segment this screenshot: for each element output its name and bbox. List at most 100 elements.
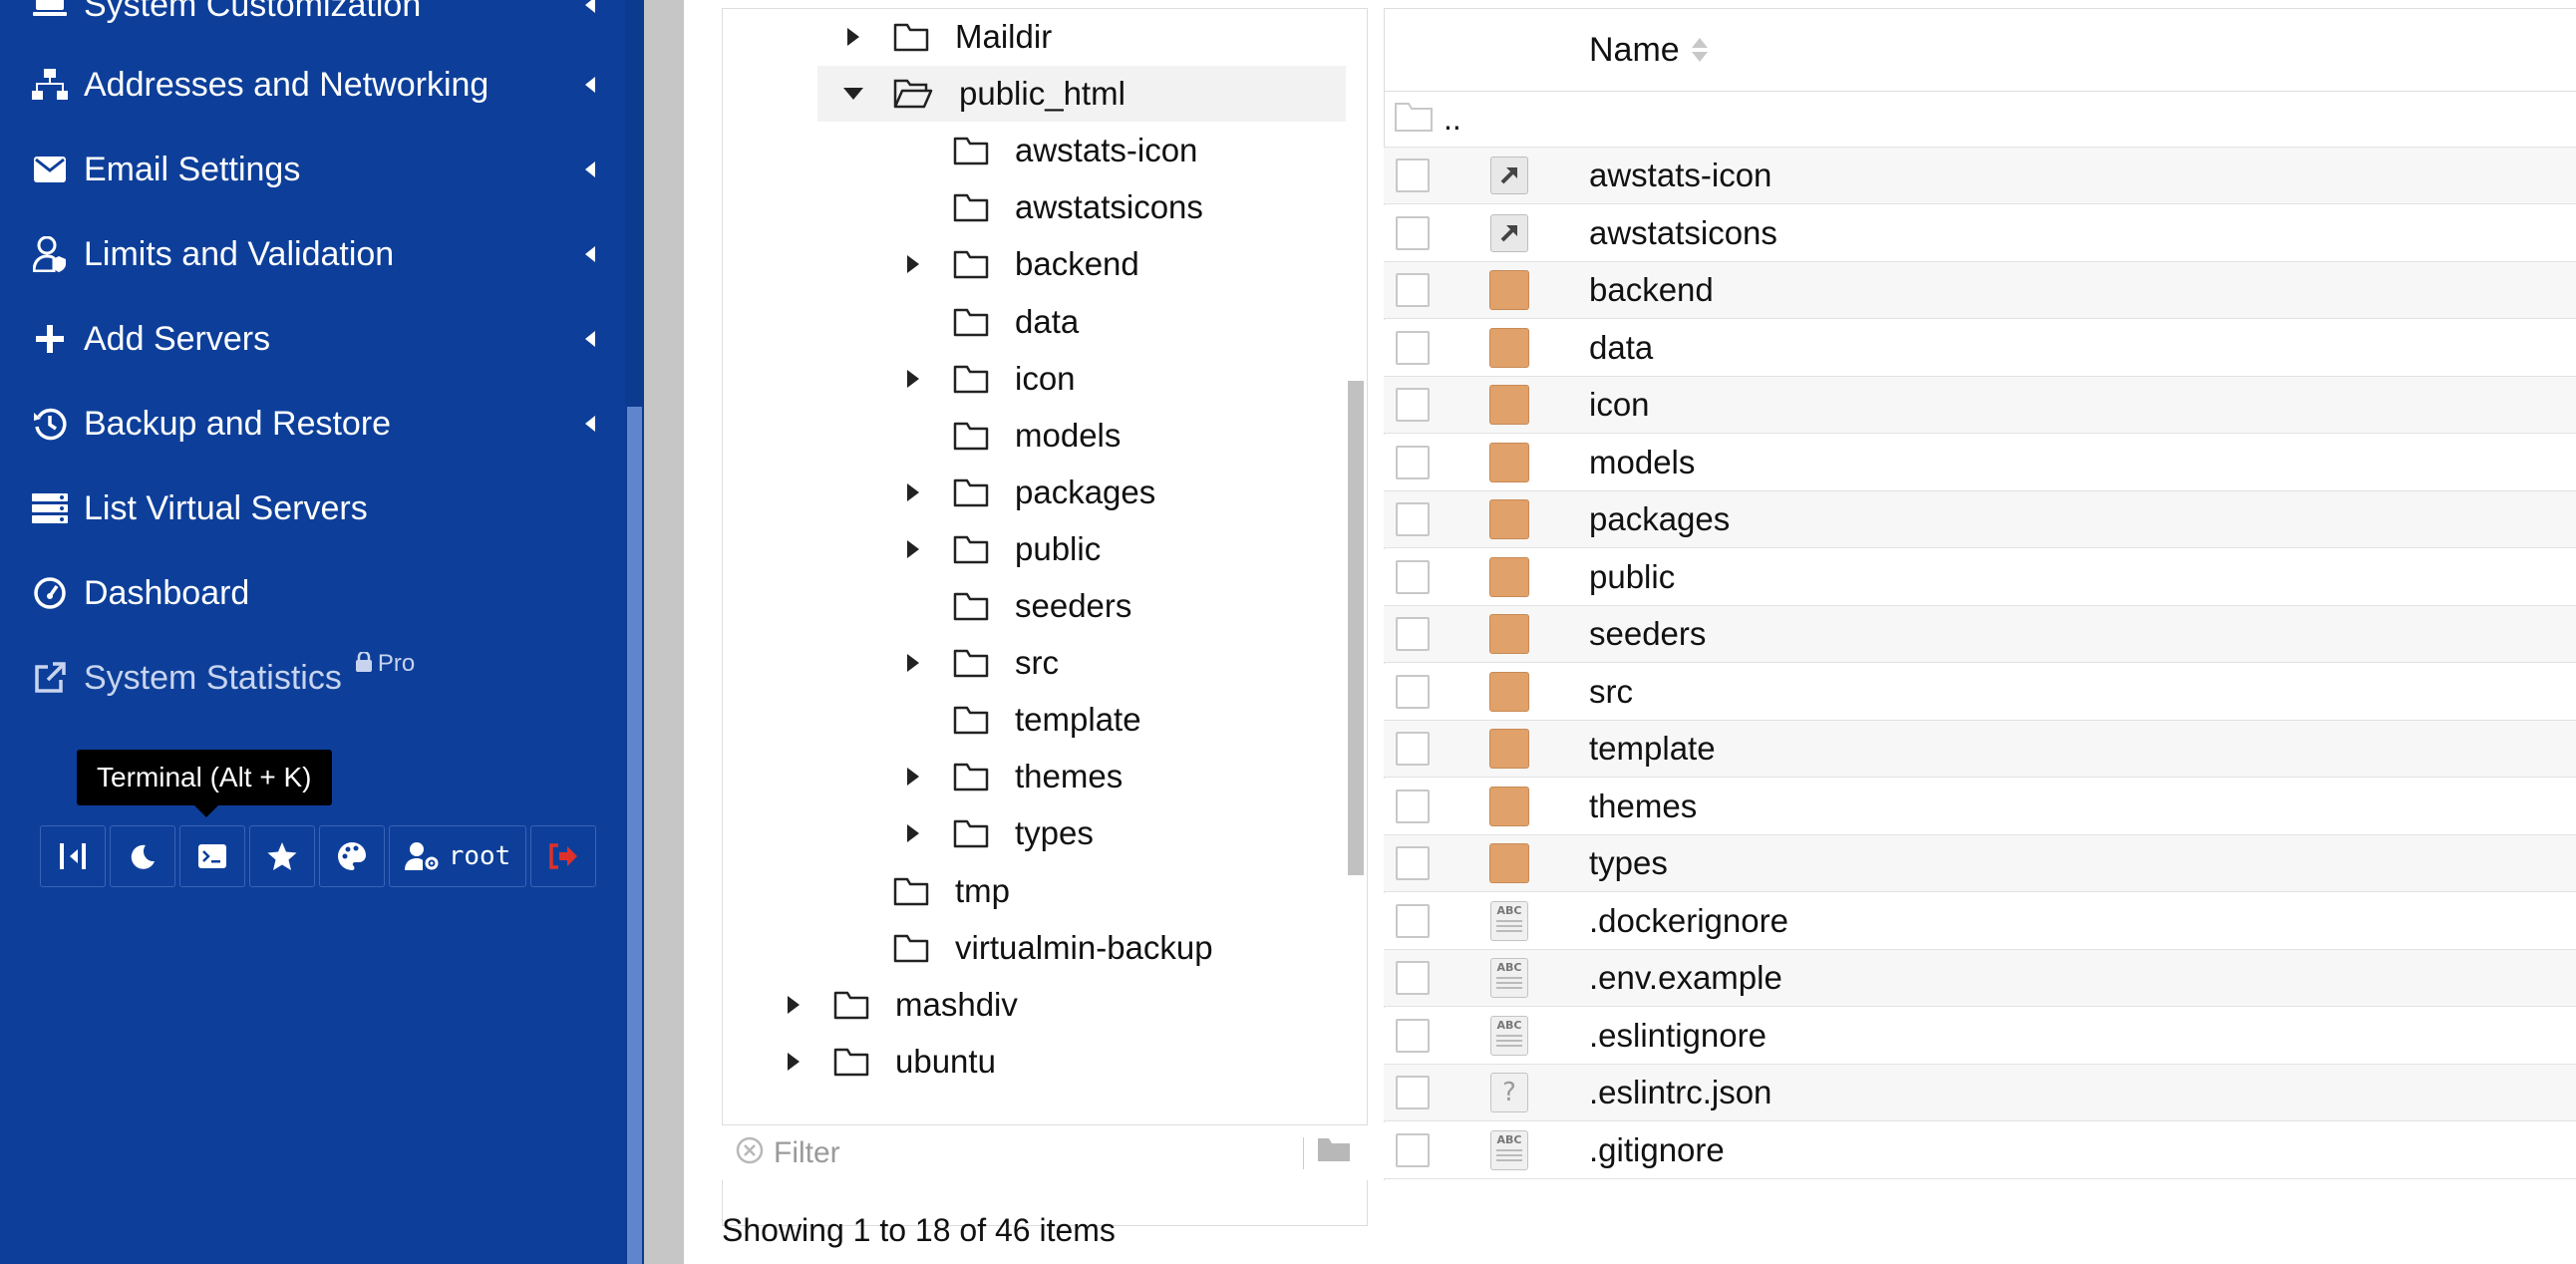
row-checkbox[interactable]	[1396, 559, 1430, 594]
file-row[interactable]: seeders	[1384, 606, 2576, 663]
tree-scrollbar-thumb[interactable]	[1348, 381, 1364, 875]
file-name[interactable]: types	[1589, 844, 1668, 882]
file-row[interactable]: backend	[1384, 262, 2576, 319]
row-checkbox[interactable]	[1396, 502, 1430, 536]
file-name[interactable]: .eslintignore	[1589, 1017, 1767, 1055]
theme-button[interactable]	[319, 825, 385, 887]
sidebar-scrollbar[interactable]	[625, 0, 644, 1264]
tree-node[interactable]: template	[903, 692, 1141, 748]
row-checkbox[interactable]	[1396, 903, 1430, 938]
tree-node[interactable]: mashdiv	[784, 977, 1018, 1033]
file-name[interactable]: .dockerignore	[1589, 902, 1788, 940]
caret-right-icon[interactable]	[903, 254, 923, 274]
row-checkbox[interactable]	[1396, 273, 1430, 307]
file-name[interactable]: data	[1589, 329, 1653, 367]
menu-list-virtual-servers[interactable]: List Virtual Servers	[0, 474, 625, 543]
row-checkbox[interactable]	[1396, 617, 1430, 651]
row-checkbox[interactable]	[1396, 789, 1430, 823]
row-checkbox[interactable]	[1396, 158, 1430, 192]
row-checkbox[interactable]	[1396, 1132, 1430, 1167]
sidebar-scrollbar-thumb[interactable]	[627, 407, 642, 1264]
row-checkbox[interactable]	[1396, 215, 1430, 250]
night-mode-button[interactable]	[110, 825, 175, 887]
tree-node[interactable]: seeders	[903, 578, 1131, 634]
tree-node[interactable]: public_html	[817, 66, 1346, 123]
row-checkbox[interactable]	[1396, 1076, 1430, 1109]
file-name[interactable]: models	[1589, 444, 1695, 481]
menu-addresses-networking[interactable]: Addresses and Networking	[0, 50, 625, 120]
row-checkbox[interactable]	[1396, 846, 1430, 880]
file-row[interactable]: template	[1384, 721, 2576, 778]
tree-node[interactable]: backend	[903, 236, 1139, 292]
file-row[interactable]: ABC .env.example	[1384, 950, 2576, 1007]
tree-node[interactable]: themes	[903, 749, 1123, 804]
row-checkbox[interactable]	[1396, 732, 1430, 766]
logout-button[interactable]	[530, 825, 596, 887]
caret-right-icon[interactable]	[903, 369, 923, 389]
caret-right-icon[interactable]	[903, 653, 923, 673]
tree-node[interactable]: ubuntu	[784, 1034, 996, 1090]
caret-right-icon[interactable]	[903, 767, 923, 787]
caret-right-icon[interactable]	[903, 539, 923, 559]
tree-node[interactable]: icon	[903, 351, 1076, 407]
file-name[interactable]: src	[1589, 673, 1633, 711]
row-checkbox[interactable]	[1396, 674, 1430, 709]
tree-node[interactable]: types	[903, 805, 1094, 861]
tree-node[interactable]: data	[903, 294, 1079, 350]
terminal-button[interactable]	[179, 825, 245, 887]
caret-right-icon[interactable]	[903, 823, 923, 843]
file-name[interactable]: .eslintrc.json	[1589, 1074, 1771, 1111]
row-checkbox[interactable]	[1396, 961, 1430, 995]
file-row[interactable]: types	[1384, 835, 2576, 892]
tree-filter-input[interactable]	[774, 1135, 1303, 1170]
menu-add-servers[interactable]: Add Servers	[0, 304, 625, 374]
file-name[interactable]: .gitignore	[1589, 1131, 1725, 1169]
file-name[interactable]: seeders	[1589, 615, 1706, 653]
file-row[interactable]: src	[1384, 663, 2576, 721]
file-row[interactable]: icon	[1384, 377, 2576, 434]
tree-node[interactable]: awstatsicons	[903, 179, 1203, 235]
file-row[interactable]: awstats-icon	[1384, 148, 2576, 204]
file-name[interactable]: packages	[1589, 500, 1730, 538]
user-account-button[interactable]: root	[389, 825, 526, 887]
caret-down-icon[interactable]	[843, 84, 863, 104]
menu-dashboard[interactable]: Dashboard	[0, 558, 625, 628]
caret-right-icon[interactable]	[784, 995, 804, 1015]
file-row[interactable]: ABC .gitignore	[1384, 1121, 2576, 1179]
file-name[interactable]: awstats-icon	[1589, 157, 1771, 194]
clear-filter-icon[interactable]	[736, 1136, 764, 1169]
folder-icon[interactable]	[1318, 1137, 1350, 1168]
menu-limits-validation[interactable]: Limits and Validation	[0, 219, 625, 289]
tree-node[interactable]: models	[903, 408, 1121, 464]
file-row[interactable]: models	[1384, 434, 2576, 491]
menu-system-customization[interactable]: System Customization	[0, 0, 625, 40]
caret-right-icon[interactable]	[843, 27, 863, 47]
menu-system-statistics[interactable]: System Statistics Pro	[0, 643, 625, 713]
file-name[interactable]: awstatsicons	[1589, 214, 1777, 252]
file-name[interactable]: template	[1589, 730, 1716, 768]
file-name[interactable]: icon	[1589, 386, 1650, 424]
file-name[interactable]: themes	[1589, 788, 1697, 825]
file-row[interactable]: ABC .eslintignore	[1384, 1007, 2576, 1065]
file-row[interactable]: data	[1384, 319, 2576, 377]
tree-node[interactable]: Maildir	[843, 9, 1052, 65]
file-row[interactable]: packages	[1384, 491, 2576, 548]
parent-directory-row[interactable]: ..	[1384, 92, 2576, 148]
tree-node[interactable]: awstats-icon	[903, 123, 1197, 178]
menu-email-settings[interactable]: Email Settings	[0, 135, 625, 204]
row-checkbox[interactable]	[1396, 445, 1430, 479]
row-checkbox[interactable]	[1396, 388, 1430, 422]
file-row[interactable]: ABC .dockerignore	[1384, 892, 2576, 950]
favorites-button[interactable]	[249, 825, 315, 887]
name-column-header[interactable]: Name	[1589, 31, 1708, 70]
menu-backup-restore[interactable]: Backup and Restore	[0, 389, 625, 459]
row-checkbox[interactable]	[1396, 330, 1430, 365]
file-name[interactable]: .env.example	[1589, 959, 1782, 997]
file-name[interactable]: backend	[1589, 271, 1714, 309]
file-row[interactable]: themes	[1384, 778, 2576, 835]
file-row[interactable]: ? .eslintrc.json	[1384, 1065, 2576, 1121]
file-row[interactable]: awstatsicons	[1384, 204, 2576, 262]
collapse-sidebar-button[interactable]	[40, 825, 106, 887]
file-name[interactable]: public	[1589, 558, 1675, 596]
tree-node[interactable]: tmp	[843, 863, 1010, 919]
